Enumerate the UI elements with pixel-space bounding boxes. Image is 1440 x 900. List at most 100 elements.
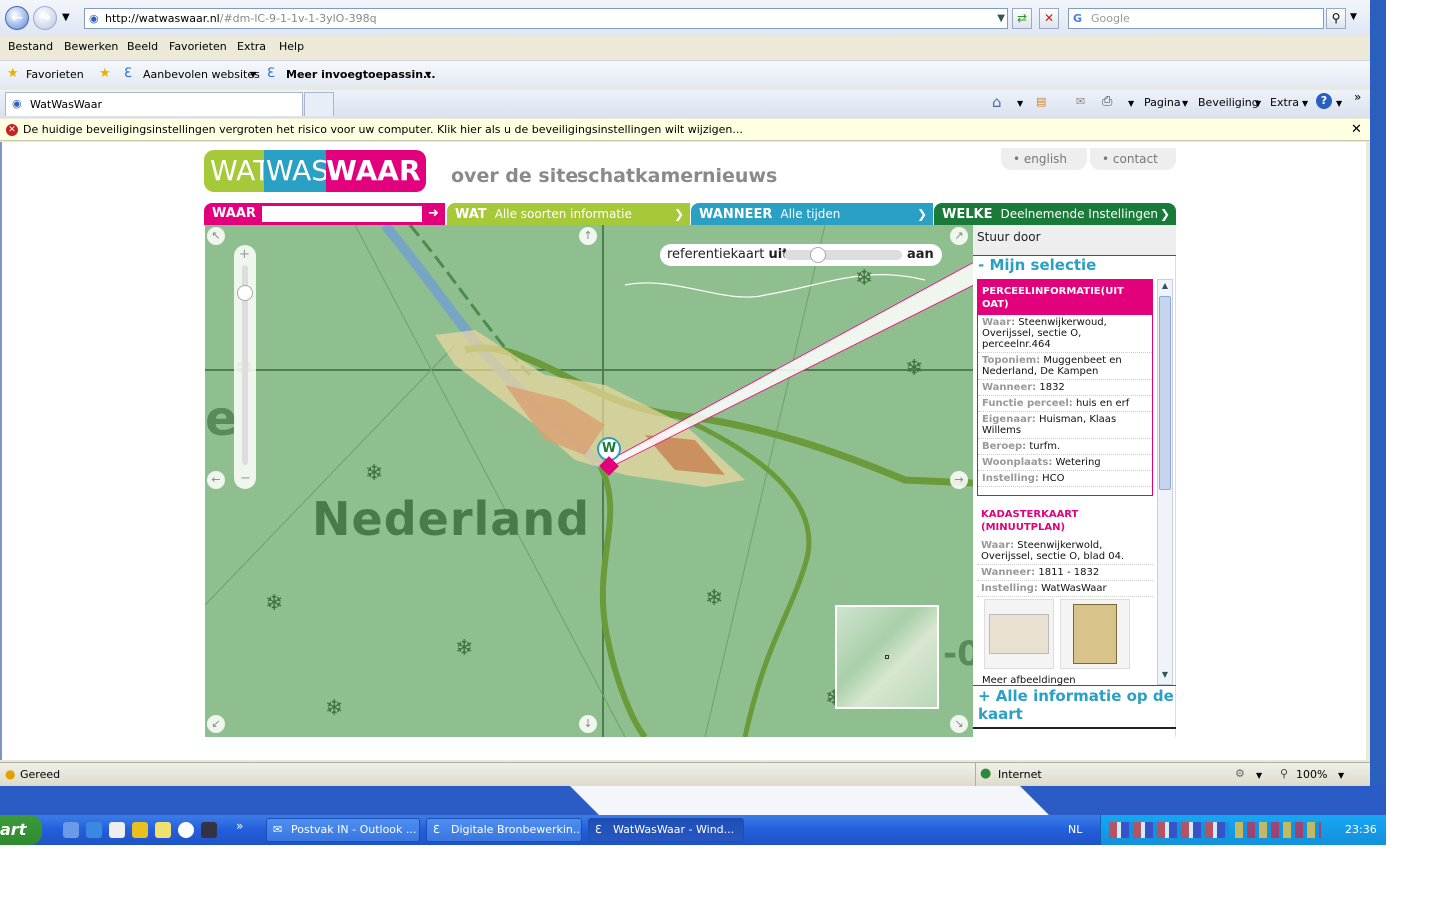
add-favorite-icon[interactable]: ★ (99, 66, 111, 81)
menu-extra[interactable]: Extra (237, 40, 266, 53)
more-addons-link[interactable]: Meer invoegtoepassin... (286, 68, 436, 81)
filter-wanneer[interactable]: WANNEER Alle tijden ❯ (691, 203, 933, 225)
site-logo[interactable]: WAT WAS WAAR (204, 150, 426, 192)
zoom-out-icon[interactable]: − (240, 471, 251, 486)
chevron-down-icon[interactable]: ▼ (1128, 99, 1134, 108)
app-launch-icon[interactable] (109, 822, 125, 838)
recommended-sites-link[interactable]: Aanbevolen websites (143, 68, 260, 81)
nav-schatkamer[interactable]: schatkamer (577, 165, 703, 187)
document-thumbnail[interactable] (1060, 599, 1130, 669)
pan-northwest-icon[interactable]: ↖ (207, 227, 225, 245)
card1-rows: Waar: Steenwijkerwoud, Overijssel, secti… (978, 315, 1152, 487)
ie-launch-icon[interactable] (86, 822, 102, 838)
security-menu[interactable]: Beveiliging (1198, 96, 1259, 109)
search-options-icon[interactable]: ▼ (1350, 12, 1357, 22)
pan-south-icon[interactable]: ↓ (579, 715, 597, 733)
more-commands-icon[interactable]: » (1354, 90, 1361, 104)
link-contact[interactable]: • contact (1090, 148, 1176, 170)
start-button[interactable]: art (0, 815, 42, 845)
desktop-icon[interactable] (63, 822, 79, 838)
warning-shield-icon: ✕ (6, 124, 18, 136)
chevron-down-icon[interactable]: ▼ (1017, 99, 1023, 108)
send-button[interactable]: Stuur door (973, 225, 1176, 255)
language-indicator[interactable]: NL (1068, 823, 1082, 836)
refresh-button[interactable]: ⇄ (1012, 8, 1032, 29)
favorites-button[interactable]: Favorieten (26, 68, 84, 81)
more-quicklaunch-icon[interactable]: » (236, 819, 243, 833)
scroll-down-icon[interactable]: ▼ (1159, 670, 1171, 682)
tray-icons[interactable] (1109, 822, 1229, 838)
address-dropdown-icon[interactable]: ▼ (997, 9, 1005, 28)
tray-icons[interactable] (1235, 822, 1321, 838)
help-icon[interactable]: ? (1316, 93, 1332, 109)
card-kadasterkaart[interactable]: KADASTERKAART (MINUUTPLAN) Waar: Steenwi… (977, 504, 1153, 685)
arrow-right-icon[interactable]: ➜ (428, 203, 439, 225)
zoom-level[interactable]: 100% (1296, 768, 1327, 781)
close-icon[interactable]: ✕ (1351, 119, 1362, 141)
menu-favorieten[interactable]: Favorieten (169, 40, 227, 53)
menu-help[interactable]: Help (279, 40, 304, 53)
pan-west-icon[interactable]: ← (207, 471, 225, 489)
nav-nieuws[interactable]: nieuws (702, 165, 777, 187)
search-input[interactable]: G Google (1068, 8, 1324, 29)
tab-watwaswaar[interactable]: ◉ WatWasWaar (5, 92, 303, 116)
pan-east-icon[interactable]: → (950, 471, 968, 489)
pan-southwest-icon[interactable]: ↙ (207, 715, 225, 733)
map-thumbnail[interactable] (984, 599, 1054, 669)
link-english-label: english (1023, 152, 1068, 166)
back-button[interactable]: ← (5, 6, 29, 30)
new-tab-button[interactable] (304, 92, 334, 116)
more-images-link[interactable]: Meer afbeeldingen (982, 675, 1076, 685)
print-icon[interactable]: ⎙ (1102, 94, 1112, 109)
overview-minimap[interactable] (835, 605, 939, 709)
forward-button[interactable]: → (33, 6, 57, 30)
card-perceelinformatie[interactable]: PERCEELINFORMATIE(UIT OAT) Waar: Steenwi… (977, 279, 1153, 496)
task-watwaswaar[interactable]: ℇ WatWasWaar - Wind... (588, 818, 744, 842)
pan-southeast-icon[interactable]: ↘ (950, 715, 968, 733)
ie-icon: ℇ (124, 66, 132, 81)
app-launch-icon[interactable] (155, 822, 171, 838)
task-outlook[interactable]: ✉ Postvak IN - Outlook ... (266, 818, 420, 842)
task-digitale-bronbewerking[interactable]: ℇ Digitale Bronbewerkin... (426, 818, 582, 842)
menu-bestand[interactable]: Bestand (8, 40, 53, 53)
security-warning-bar[interactable]: ✕ De huidige beveiligingsinstellingen ve… (0, 119, 1370, 141)
home-icon[interactable]: ⌂ (992, 93, 1002, 111)
link-english[interactable]: • english (1001, 148, 1087, 170)
history-dropdown-icon[interactable]: ▼ (62, 12, 70, 23)
stop-button[interactable]: ✕ (1039, 8, 1059, 29)
menu-beeld[interactable]: Beeld (127, 40, 158, 53)
filter-welke[interactable]: WELKE Deelnemende Instellingen ❯ (934, 203, 1176, 225)
address-input[interactable]: ◉ http://watwaswaar.nl/#dm-lC-9-1-1v-1-3… (84, 8, 1008, 29)
map-marker[interactable]: W (597, 437, 621, 476)
search-button[interactable]: ⚲ (1326, 8, 1346, 29)
filter-waar-label: WAAR (212, 206, 256, 221)
pan-north-icon[interactable]: ↑ (579, 227, 597, 245)
reference-slider-knob[interactable] (809, 247, 826, 263)
page-menu[interactable]: Pagina (1144, 96, 1181, 109)
filter-wat[interactable]: WAT Alle soorten informatie ❯ (447, 203, 690, 225)
app-launch-icon[interactable] (132, 822, 148, 838)
nav-over-de-site[interactable]: over de site (451, 165, 578, 187)
svg-text:-0.: -0. (943, 634, 973, 674)
feeds-icon[interactable]: ▤ (1036, 95, 1046, 108)
reference-label: referentiekaart (667, 247, 765, 262)
my-selection-heading[interactable]: - Mijn selectie (978, 256, 1096, 274)
scroll-up-icon[interactable]: ▲ (1159, 281, 1171, 293)
chevron-down-icon: ▼ (1182, 99, 1189, 108)
zoom-knob[interactable] (237, 285, 253, 301)
protected-mode-icon[interactable]: ⚙ (1235, 767, 1245, 780)
all-info-link[interactable]: + Alle informatie op de kaart (978, 687, 1174, 723)
zoom-in-icon[interactable]: + (239, 247, 250, 262)
app-launch-icon[interactable] (201, 822, 217, 838)
menu-bewerken[interactable]: Bewerken (64, 40, 118, 53)
zoom-slider[interactable]: + − (234, 245, 256, 489)
chevron-down-icon: ▼ (1256, 771, 1263, 780)
extra-menu[interactable]: Extra (1270, 96, 1299, 109)
pan-northeast-icon[interactable]: ↗ (950, 227, 968, 245)
mail-icon[interactable]: ✉ (1076, 95, 1085, 108)
reference-slider-track[interactable] (784, 250, 902, 260)
scroll-thumb[interactable] (1159, 296, 1171, 490)
panel-scrollbar[interactable]: ▲ ▼ (1157, 279, 1173, 685)
media-player-icon[interactable] (178, 822, 194, 838)
waar-search-input[interactable] (262, 206, 422, 222)
